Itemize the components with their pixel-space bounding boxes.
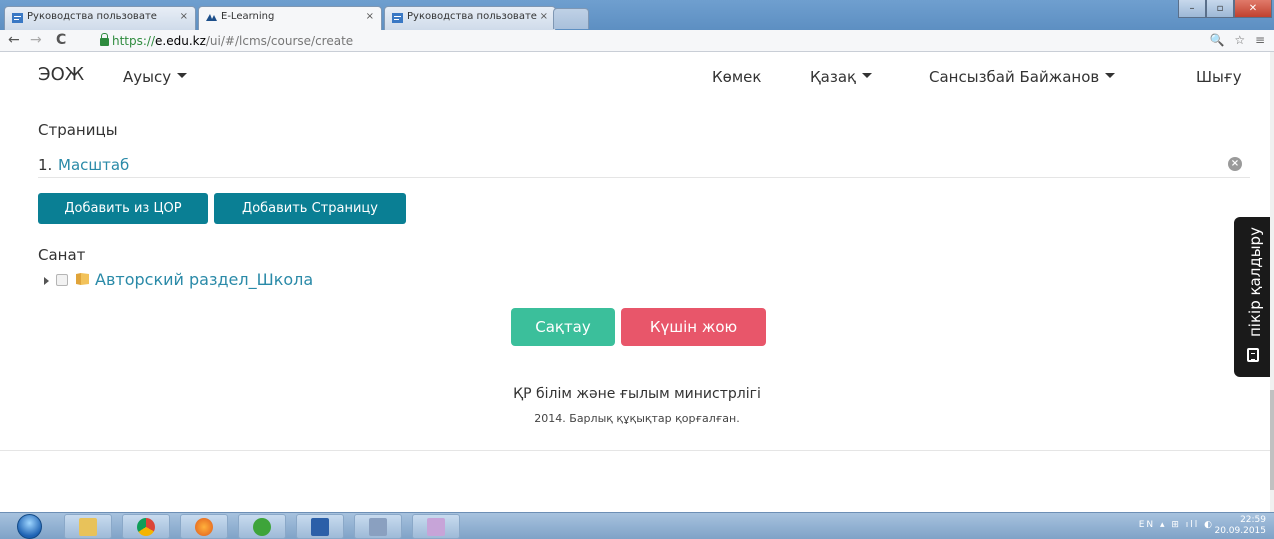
feedback-label: пікір қалдыру	[1246, 227, 1264, 337]
taskbar-paint[interactable]	[412, 514, 460, 539]
paint-icon	[427, 518, 445, 536]
url-host: e.edu.kz	[155, 34, 206, 48]
feedback-tab[interactable]: пікір қалдыру	[1234, 217, 1274, 377]
system-clock[interactable]: 22:59 20.09.2015	[1214, 515, 1266, 537]
browser-tab-user-guide-1[interactable]: Руководства пользовате ×	[4, 6, 196, 30]
folder-icon	[76, 273, 89, 285]
save-button[interactable]: Сақтау	[511, 308, 615, 346]
firefox-icon	[195, 518, 213, 536]
application-icon	[369, 518, 387, 536]
brand-logo[interactable]: ЭОЖ	[38, 64, 84, 85]
url-path: /ui/#/lcms/course/create	[205, 34, 354, 48]
add-page-button[interactable]: Добавить Страницу	[214, 193, 406, 224]
browser-tab-user-guide-2[interactable]: Руководства пользовате ×	[384, 6, 556, 30]
category-tree-label[interactable]: Авторский раздел_Школа	[95, 270, 313, 289]
new-tab-button[interactable]	[553, 8, 589, 29]
page-link[interactable]: Масштаб	[58, 156, 129, 174]
tab-title: Руководства пользовате	[27, 11, 157, 22]
taskbar-explorer[interactable]	[64, 514, 112, 539]
browser-tab-strip: Руководства пользовате × E-Learning × Ру…	[0, 0, 1274, 31]
windows-logo-icon	[17, 514, 42, 539]
user-name-label: Сансызбай Байжанов	[929, 68, 1100, 86]
taskbar-app[interactable]	[354, 514, 402, 539]
reload-icon[interactable]: C	[56, 32, 66, 48]
scrollbar-thumb[interactable]	[1270, 390, 1274, 490]
tab-close-icon[interactable]: ×	[366, 11, 374, 22]
category-heading: Санат	[38, 246, 86, 264]
logout-link[interactable]: Шығу	[1196, 68, 1242, 86]
chrome-icon	[137, 518, 155, 536]
menu-transition-label: Ауысу	[123, 68, 172, 86]
word-icon	[311, 518, 329, 536]
add-from-cor-button[interactable]: Добавить из ЦОР	[38, 193, 208, 224]
user-dropdown[interactable]: Сансызбай Байжанов	[929, 68, 1116, 86]
utorrent-icon	[253, 518, 271, 536]
cancel-button[interactable]: Күшін жою	[621, 308, 766, 346]
clock-date: 20.09.2015	[1214, 526, 1266, 536]
document-icon	[12, 13, 23, 23]
window-close-button[interactable]: ✕	[1234, 0, 1272, 18]
browser-extension-icons[interactable]: 🔍 ☆ ≡	[1210, 33, 1268, 47]
menu-transition-dropdown[interactable]: Ауысу	[123, 68, 188, 86]
footer-copyright: 2014. Барлық құқықтар қорғалған.	[534, 412, 740, 425]
category-checkbox[interactable]	[56, 274, 68, 286]
folder-icon	[79, 518, 97, 536]
tab-close-icon[interactable]: ×	[180, 11, 188, 22]
input-language[interactable]: EN	[1139, 520, 1155, 530]
language-dropdown[interactable]: Қазақ	[810, 68, 873, 86]
url-input[interactable]: https://e.edu.kz/ui/#/lcms/course/create	[100, 32, 1200, 50]
e-learning-logo-icon	[206, 14, 217, 21]
divider	[0, 450, 1270, 451]
clock-time: 22:59	[1240, 515, 1266, 525]
help-link[interactable]: Көмек	[712, 68, 761, 86]
caret-down-icon	[862, 73, 873, 78]
taskbar-utorrent[interactable]	[238, 514, 286, 539]
minimize-button[interactable]: –	[1178, 0, 1206, 18]
tab-title: Руководства пользовате	[407, 11, 537, 22]
expand-triangle-icon[interactable]	[44, 277, 49, 285]
remove-circle-icon[interactable]: ×	[1228, 157, 1242, 171]
page-list-item: 1. Масштаб ×	[38, 148, 1250, 178]
app-navbar: ЭОЖ Ауысу Көмек Қазақ Сансызбай Байжанов…	[0, 52, 1270, 98]
browser-tab-e-learning[interactable]: E-Learning ×	[198, 6, 382, 31]
taskbar-chrome[interactable]	[122, 514, 170, 539]
start-button[interactable]	[10, 513, 50, 539]
feedback-message-icon	[1247, 348, 1259, 362]
taskbar-word[interactable]	[296, 514, 344, 539]
caret-down-icon	[177, 73, 188, 78]
windows-taskbar: EN ▴ ⊞ ıll ◐ 22:59 20.09.2015	[0, 512, 1274, 539]
lock-icon	[100, 33, 109, 46]
pages-heading: Страницы	[38, 121, 118, 139]
caret-down-icon	[1105, 73, 1116, 78]
page-number: 1.	[38, 156, 53, 174]
taskbar-firefox[interactable]	[180, 514, 228, 539]
browser-address-bar: ← → C https://e.edu.kz/ui/#/lcms/course/…	[0, 30, 1274, 52]
back-arrow-icon[interactable]: ←	[8, 32, 20, 48]
language-label: Қазақ	[810, 68, 857, 86]
forward-arrow-icon[interactable]: →	[30, 32, 42, 48]
url-scheme: https://	[112, 34, 156, 48]
system-tray[interactable]: EN ▴ ⊞ ıll ◐	[1139, 520, 1214, 530]
document-icon	[392, 13, 403, 23]
tab-title: E-Learning	[221, 11, 275, 22]
maximize-button[interactable]: ▫	[1206, 0, 1234, 18]
footer-ministry: ҚР білім және ғылым министрлігі	[513, 386, 761, 402]
tab-close-icon[interactable]: ×	[540, 11, 548, 22]
